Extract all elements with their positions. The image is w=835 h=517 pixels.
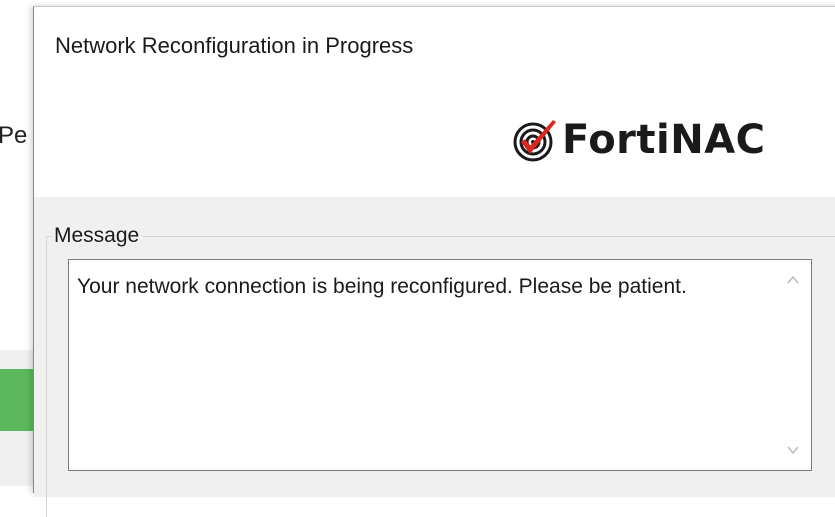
dialog-title: Network Reconfiguration in Progress xyxy=(55,33,414,58)
dialog-window: Network Reconfiguration in Progress Fort… xyxy=(33,6,835,517)
chevron-up-icon[interactable] xyxy=(785,272,801,288)
message-textarea[interactable]: Your network connection is being reconfi… xyxy=(68,259,812,471)
chevron-down-icon[interactable] xyxy=(785,442,801,458)
fortinac-radar-check-icon xyxy=(512,116,560,164)
message-text: Your network connection is being reconfi… xyxy=(77,275,687,298)
fortinac-logo: FortiNAC xyxy=(512,115,766,165)
message-group-label: Message xyxy=(52,224,143,248)
background-window-partial-text: Pe xyxy=(0,122,28,149)
logo-text: FortiNAC xyxy=(562,117,766,163)
message-scrollbar[interactable] xyxy=(777,260,811,470)
